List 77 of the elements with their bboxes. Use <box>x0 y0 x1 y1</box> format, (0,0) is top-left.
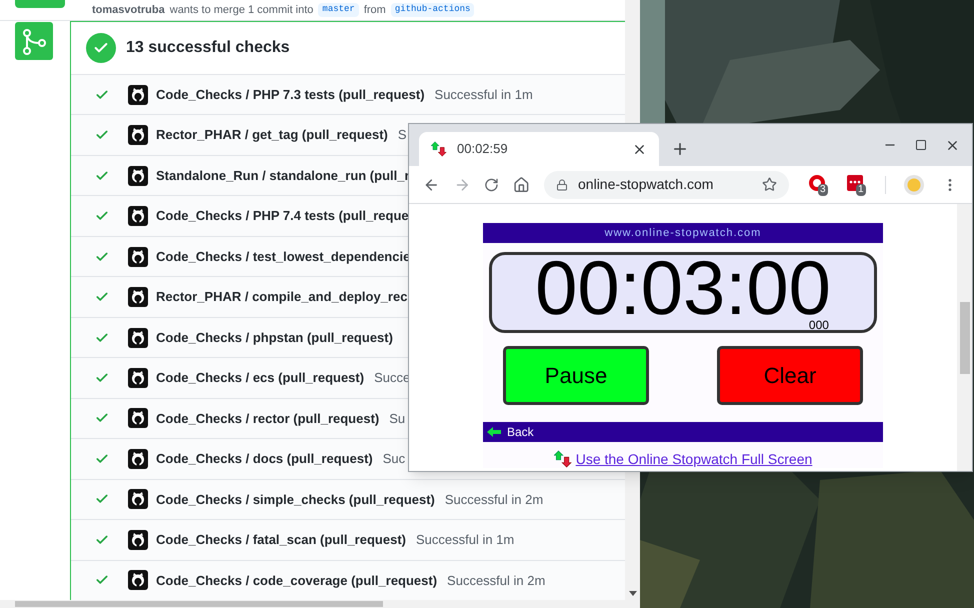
new-tab-icon[interactable] <box>671 140 689 158</box>
check-icon <box>95 452 109 466</box>
head-branch[interactable]: github-actions <box>390 3 474 17</box>
check-name: Code_Checks / simple_checks (pull_request) <box>156 490 435 509</box>
stopwatch-button[interactable]: Clear <box>717 346 863 405</box>
check-name: Code_Checks / ecs (pull_request) <box>156 369 364 388</box>
back-bar[interactable]: Back <box>483 422 883 442</box>
cat-icon <box>128 530 148 550</box>
check-name: Code_Checks / test_lowest_dependencie <box>156 248 410 266</box>
extension-badge: 1 <box>856 184 866 196</box>
stopwatch-favicon <box>431 141 447 157</box>
check-status: Su <box>389 410 406 428</box>
check-name: Standalone_Run / standalone_run (pull_r <box>156 166 410 185</box>
cat-icon <box>128 84 148 105</box>
author-name[interactable]: tomasvotruba <box>92 2 165 18</box>
ring-extension-icon <box>809 174 826 190</box>
check-name: Code_Checks / code_coverage (pull_request) <box>156 572 438 590</box>
cat-icon <box>128 448 148 469</box>
cat-icon <box>128 328 148 348</box>
check-name: Code_Checks / rector (pull_request) <box>156 410 380 428</box>
extension-badge: 3 <box>818 184 828 196</box>
cat-icon <box>128 125 148 146</box>
check-icon <box>95 330 109 345</box>
check-name: Code_Checks / fatal_scan (pull_request) <box>156 531 406 550</box>
base-branch[interactable]: master <box>318 3 359 17</box>
browser-tab[interactable]: 00:02:59 <box>419 132 659 166</box>
check-status: Suc <box>382 450 406 468</box>
lock-icon <box>556 178 568 190</box>
from-text: from <box>364 2 386 18</box>
reload-icon[interactable] <box>484 176 500 192</box>
cat-icon <box>128 246 148 267</box>
extension-button[interactable]: 1 <box>847 174 868 194</box>
check-name: Code_Checks / docs (pull_request) <box>156 450 373 468</box>
check-name: Code_Checks / phpstan (pull_request) <box>156 328 393 347</box>
check-icon <box>95 88 109 102</box>
check-icon <box>95 532 109 547</box>
check-status: S <box>398 126 407 144</box>
check-name: Code_Checks / PHP 7.4 tests (pull_reque <box>156 207 409 226</box>
cat-icon <box>128 368 148 388</box>
check-row[interactable]: Code_Checks / PHP 7.3 tests (pull_request) Successful in 1m <box>71 74 625 114</box>
bookmark-star-icon[interactable] <box>762 177 778 192</box>
check-row[interactable]: Code_Checks / fatal_scan (pull_request) Successful in 1m <box>71 519 625 560</box>
check-icon <box>95 250 109 264</box>
cat-icon <box>128 206 148 226</box>
home-icon[interactable] <box>513 176 530 194</box>
cat-icon <box>128 287 148 308</box>
milliseconds-text: 000 <box>808 319 829 332</box>
scroll-down-icon[interactable] <box>628 591 636 596</box>
check-name: Rector_PHAR / get_tag (pull_request) <box>156 126 388 144</box>
check-icon <box>95 168 109 183</box>
cat-icon <box>128 570 148 590</box>
stopwatch-button[interactable]: Pause <box>503 346 649 405</box>
back-text: Back <box>507 424 534 441</box>
scrollbar-thumb[interactable] <box>15 601 383 607</box>
check-status: Successful in 2m <box>444 490 544 509</box>
check-status: Succe <box>374 369 410 388</box>
merge-text: wants to merge 1 commit into <box>170 2 314 18</box>
check-name: Rector_PHAR / compile_and_deploy_rec <box>156 288 408 306</box>
arrows-icon <box>554 450 572 468</box>
check-name: Code_Checks / PHP 7.3 tests (pull_request) <box>156 86 425 104</box>
checks-title: 13 successful checks <box>126 38 290 58</box>
cat-icon <box>128 408 148 428</box>
extension-button[interactable]: 3 <box>809 174 830 194</box>
maximize-icon[interactable] <box>915 139 927 151</box>
left-arrow-icon <box>487 427 501 437</box>
check-status: Successful in 1m <box>416 531 514 550</box>
address-bar[interactable]: online-stopwatch.com <box>544 170 790 198</box>
cat-icon <box>128 489 148 510</box>
scrollbar-thumb[interactable] <box>960 302 970 374</box>
merge-branch-icon <box>15 22 53 60</box>
check-status: Successful in 1m <box>434 86 533 104</box>
scrollbar[interactable] <box>0 600 640 608</box>
check-row[interactable]: Code_Checks / simple_checks (pull_request) Successful in 2m <box>71 478 625 520</box>
cat-icon <box>128 166 148 186</box>
check-status: Successful in 2m <box>447 572 546 590</box>
check-row[interactable]: Code_Checks / code_coverage (pull_request) Successful in 2m <box>71 560 625 600</box>
scrollbar[interactable] <box>957 204 972 471</box>
